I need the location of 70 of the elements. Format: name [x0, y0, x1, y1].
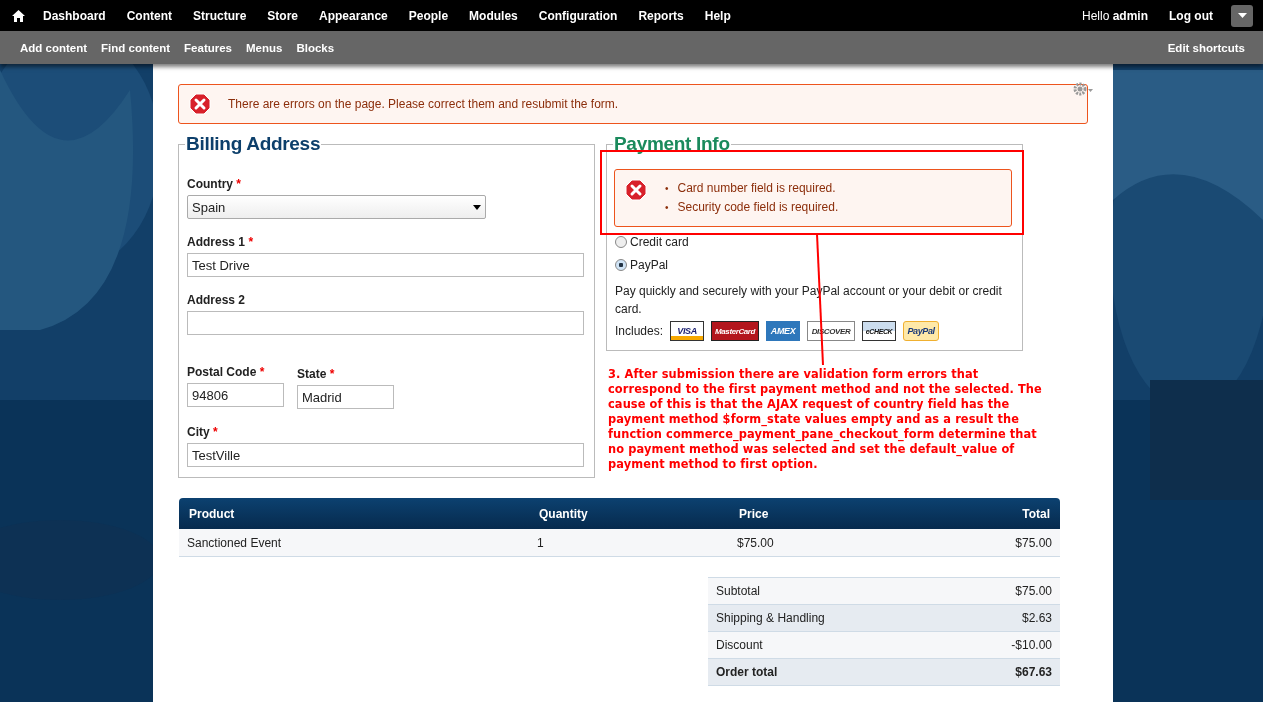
- text-field[interactable]: TestVille: [187, 443, 584, 467]
- fieldset-legend: Payment Info: [613, 133, 731, 155]
- error-icon: [625, 179, 647, 201]
- menu-link[interactable]: Appearance: [319, 8, 388, 23]
- field-label: Country *: [187, 177, 242, 191]
- total-amount: $75.00: [950, 577, 1060, 605]
- fieldset-legend: Billing Address: [185, 133, 322, 155]
- payment-option[interactable]: Credit card: [615, 235, 1012, 249]
- total-amount: $2.63: [950, 604, 1060, 632]
- card-logo: MasterCard: [711, 321, 760, 341]
- includes-label: Includes:: [615, 324, 664, 338]
- field-label: Address 2: [187, 293, 247, 307]
- menu-link[interactable]: People: [408, 8, 449, 23]
- total-label: Subtotal: [708, 577, 950, 605]
- table-cell: $75.00: [894, 529, 1060, 557]
- table-cell: 1: [529, 529, 729, 557]
- menu-link[interactable]: Structure: [193, 8, 247, 23]
- menu-link[interactable]: Help: [704, 8, 731, 23]
- total-amount: -$10.00: [950, 631, 1060, 659]
- radio-button[interactable]: [615, 236, 627, 248]
- total-amount: $67.63: [950, 658, 1060, 686]
- error-item: Security code field is required.: [677, 199, 839, 216]
- text-field[interactable]: 94806: [187, 383, 284, 407]
- column-header: Total: [894, 498, 1060, 529]
- field-label: City *: [187, 425, 219, 439]
- gear-icon[interactable]: [1073, 82, 1093, 96]
- total-label: Discount: [708, 631, 950, 659]
- shortcut-link[interactable]: Add content: [20, 41, 88, 54]
- table-cell: $75.00: [729, 529, 895, 557]
- bullet: •: [665, 201, 669, 215]
- column-header: Quantity: [529, 498, 729, 529]
- menu-link[interactable]: Store: [267, 8, 299, 23]
- table-cell: Sanctioned Event: [179, 529, 529, 557]
- payment-option[interactable]: PayPal: [615, 258, 1012, 272]
- error-item: Card number field is required.: [677, 180, 836, 197]
- country-select[interactable]: Spain: [187, 195, 486, 219]
- column-header: Product: [179, 498, 529, 529]
- bullet: •: [665, 182, 669, 196]
- total-label: Shipping & Handling: [708, 604, 950, 632]
- logout-link[interactable]: Log out: [1169, 8, 1213, 23]
- shortcut-link[interactable]: Find content: [101, 41, 171, 54]
- menu-link[interactable]: Reports: [638, 8, 684, 23]
- column-header: Price: [729, 498, 895, 529]
- radio-button[interactable]: [615, 259, 627, 271]
- menu-link[interactable]: Configuration: [538, 8, 618, 23]
- annotation-text: 3. After submission there are validation form errors that correspond to the first payment method and not the selected. The cause of this is that the AJAX request of country field has the payment method $form_state values empty and as a result the function commerce_payment_pane_checkout_form determine that no payment method was selected and set the default_value of payment method to first option.: [608, 367, 1043, 472]
- total-label: Order total: [708, 658, 950, 686]
- home-icon[interactable]: [12, 9, 25, 22]
- caret-icon: [473, 204, 481, 210]
- error-text: There are errors on the page. Please correct them and resubmit the form.: [228, 97, 619, 111]
- field-label: State *: [297, 367, 336, 381]
- shortcut-link[interactable]: Features: [184, 41, 232, 54]
- text-field[interactable]: [187, 311, 584, 335]
- card-logo: PayPal: [903, 321, 940, 341]
- edit-shortcuts-link[interactable]: Edit shortcuts: [1167, 41, 1245, 54]
- menu-link[interactable]: Dashboard: [43, 8, 106, 23]
- menu-link[interactable]: Modules: [469, 8, 518, 23]
- text-field[interactable]: Madrid: [297, 385, 394, 409]
- shortcut-link[interactable]: Menus: [246, 41, 283, 54]
- field-label: Address 1 *: [187, 235, 255, 249]
- menu-link[interactable]: Content: [126, 8, 172, 23]
- greeting-text: Hello admin: [1082, 8, 1148, 23]
- caret-icon: [1237, 13, 1247, 18]
- error-icon: [189, 93, 211, 115]
- field-label: Postal Code *: [187, 365, 266, 379]
- shortcut-link[interactable]: Blocks: [296, 41, 335, 54]
- card-logo: AMEX: [766, 321, 801, 341]
- toggle-button[interactable]: [1231, 4, 1253, 27]
- card-logo: VISA: [670, 321, 705, 341]
- text-field[interactable]: Test Drive: [187, 253, 584, 277]
